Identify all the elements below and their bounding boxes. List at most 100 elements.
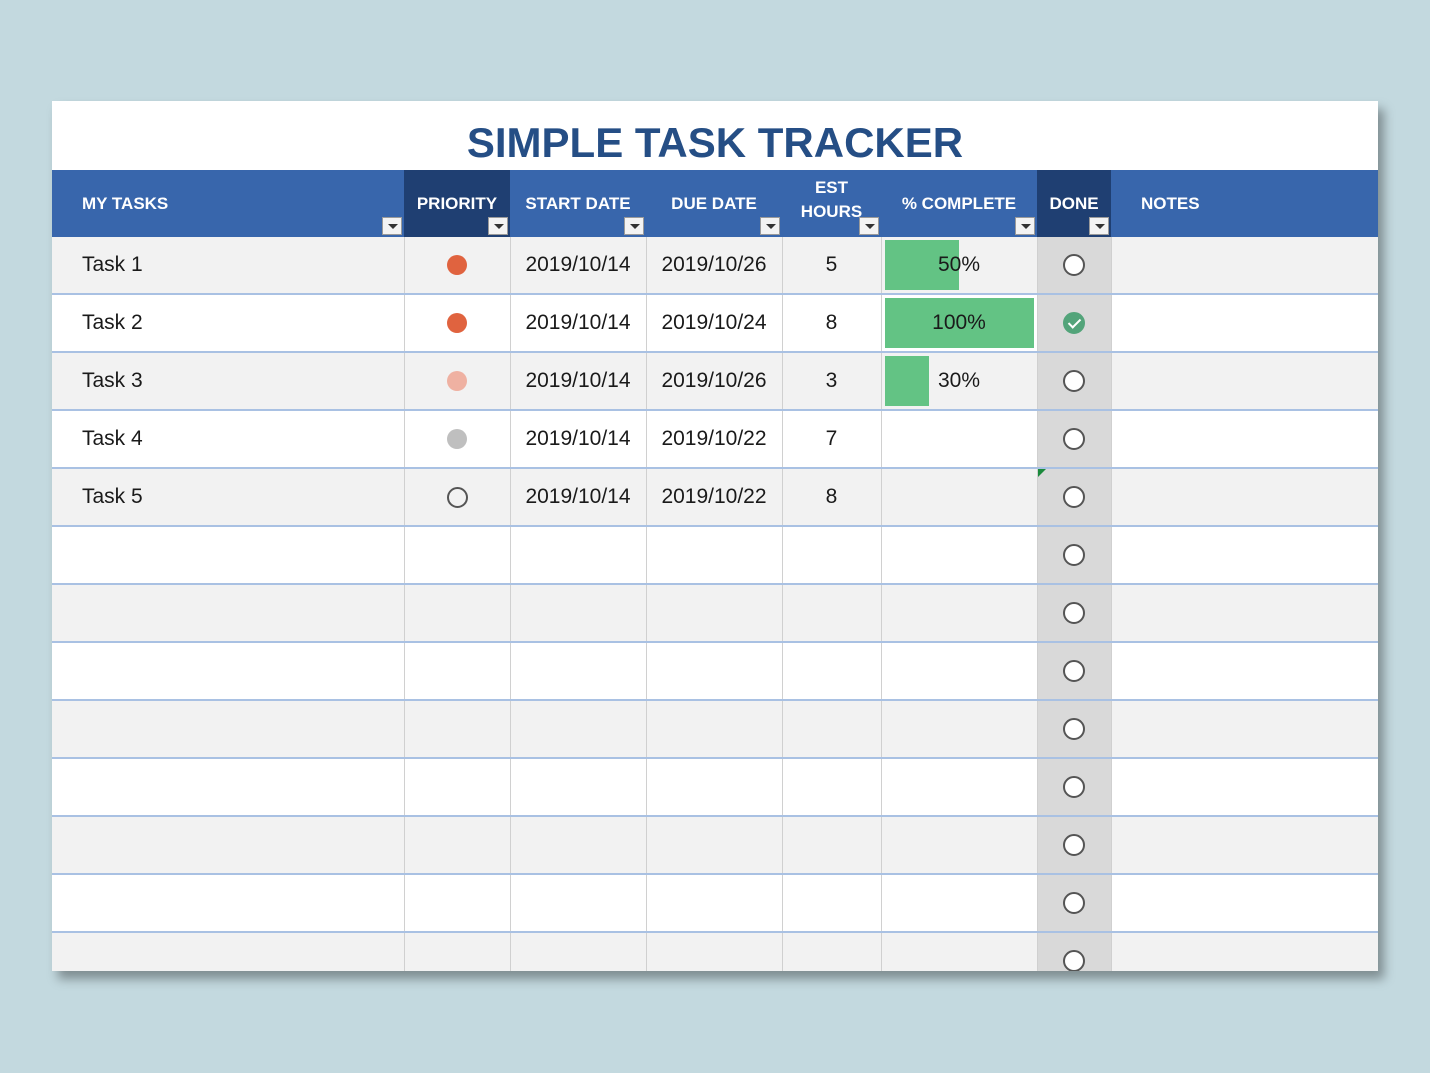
est-hours-cell[interactable]: 8 (782, 294, 881, 352)
priority-cell[interactable] (404, 642, 510, 700)
due-date-cell[interactable] (646, 700, 782, 758)
done-cell[interactable] (1037, 468, 1111, 526)
percent-complete-cell[interactable] (881, 410, 1037, 468)
est-hours-cell[interactable] (782, 526, 881, 584)
start-date-cell[interactable]: 2019/10/14 (510, 468, 646, 526)
filter-dropdown-icon[interactable] (624, 217, 644, 235)
task-name-cell[interactable]: Task 1 (52, 237, 404, 294)
est-hours-cell[interactable] (782, 932, 881, 971)
done-cell[interactable] (1037, 237, 1111, 294)
start-date-cell[interactable] (510, 642, 646, 700)
est-hours-cell[interactable]: 5 (782, 237, 881, 294)
est-hours-cell[interactable]: 8 (782, 468, 881, 526)
percent-complete-cell[interactable] (881, 700, 1037, 758)
task-name-cell[interactable] (52, 584, 404, 642)
task-name-cell[interactable] (52, 874, 404, 932)
notes-cell[interactable] (1111, 468, 1378, 526)
filter-dropdown-icon[interactable] (1015, 217, 1035, 235)
task-name-cell[interactable] (52, 932, 404, 971)
est-hours-cell[interactable] (782, 816, 881, 874)
notes-cell[interactable] (1111, 352, 1378, 410)
priority-cell[interactable] (404, 526, 510, 584)
due-date-cell[interactable] (646, 758, 782, 816)
percent-complete-cell[interactable]: 50% (881, 237, 1037, 294)
est-hours-cell[interactable] (782, 642, 881, 700)
percent-complete-cell[interactable] (881, 932, 1037, 971)
due-date-cell[interactable]: 2019/10/22 (646, 468, 782, 526)
done-cell[interactable] (1037, 352, 1111, 410)
priority-cell[interactable] (404, 758, 510, 816)
due-date-cell[interactable]: 2019/10/22 (646, 410, 782, 468)
filter-dropdown-icon[interactable] (382, 217, 402, 235)
start-date-cell[interactable]: 2019/10/14 (510, 410, 646, 468)
task-name-cell[interactable]: Task 3 (52, 352, 404, 410)
est-hours-cell[interactable] (782, 874, 881, 932)
done-cell[interactable] (1037, 294, 1111, 352)
percent-complete-cell[interactable] (881, 758, 1037, 816)
due-date-cell[interactable] (646, 642, 782, 700)
notes-cell[interactable] (1111, 526, 1378, 584)
done-cell[interactable] (1037, 758, 1111, 816)
percent-complete-cell[interactable] (881, 642, 1037, 700)
due-date-cell[interactable] (646, 932, 782, 971)
task-name-cell[interactable] (52, 758, 404, 816)
est-hours-cell[interactable]: 7 (782, 410, 881, 468)
filter-dropdown-icon[interactable] (859, 217, 879, 235)
done-cell[interactable] (1037, 410, 1111, 468)
start-date-cell[interactable] (510, 932, 646, 971)
notes-cell[interactable] (1111, 874, 1378, 932)
notes-cell[interactable] (1111, 410, 1378, 468)
priority-cell[interactable] (404, 874, 510, 932)
start-date-cell[interactable] (510, 584, 646, 642)
done-cell[interactable] (1037, 932, 1111, 971)
start-date-cell[interactable] (510, 816, 646, 874)
start-date-cell[interactable] (510, 526, 646, 584)
priority-cell[interactable] (404, 584, 510, 642)
priority-cell[interactable] (404, 700, 510, 758)
done-cell[interactable] (1037, 584, 1111, 642)
due-date-cell[interactable] (646, 874, 782, 932)
priority-cell[interactable] (404, 237, 510, 294)
due-date-cell[interactable]: 2019/10/26 (646, 352, 782, 410)
start-date-cell[interactable]: 2019/10/14 (510, 294, 646, 352)
due-date-cell[interactable] (646, 816, 782, 874)
notes-cell[interactable] (1111, 700, 1378, 758)
est-hours-cell[interactable] (782, 700, 881, 758)
filter-dropdown-icon[interactable] (760, 217, 780, 235)
notes-cell[interactable] (1111, 932, 1378, 971)
percent-complete-cell[interactable] (881, 816, 1037, 874)
percent-complete-cell[interactable] (881, 526, 1037, 584)
done-cell[interactable] (1037, 642, 1111, 700)
notes-cell[interactable] (1111, 816, 1378, 874)
est-hours-cell[interactable] (782, 758, 881, 816)
task-name-cell[interactable]: Task 4 (52, 410, 404, 468)
done-cell[interactable] (1037, 816, 1111, 874)
start-date-cell[interactable]: 2019/10/14 (510, 237, 646, 294)
due-date-cell[interactable]: 2019/10/26 (646, 237, 782, 294)
percent-complete-cell[interactable] (881, 584, 1037, 642)
priority-cell[interactable] (404, 294, 510, 352)
priority-cell[interactable] (404, 410, 510, 468)
task-name-cell[interactable] (52, 700, 404, 758)
start-date-cell[interactable] (510, 758, 646, 816)
notes-cell[interactable] (1111, 294, 1378, 352)
due-date-cell[interactable]: 2019/10/24 (646, 294, 782, 352)
filter-dropdown-icon[interactable] (1089, 217, 1109, 235)
notes-cell[interactable] (1111, 642, 1378, 700)
notes-cell[interactable] (1111, 237, 1378, 294)
percent-complete-cell[interactable]: 30% (881, 352, 1037, 410)
task-name-cell[interactable] (52, 642, 404, 700)
notes-cell[interactable] (1111, 584, 1378, 642)
due-date-cell[interactable] (646, 526, 782, 584)
percent-complete-cell[interactable] (881, 468, 1037, 526)
notes-cell[interactable] (1111, 758, 1378, 816)
done-cell[interactable] (1037, 700, 1111, 758)
task-name-cell[interactable] (52, 816, 404, 874)
task-name-cell[interactable]: Task 2 (52, 294, 404, 352)
task-name-cell[interactable]: Task 5 (52, 468, 404, 526)
priority-cell[interactable] (404, 816, 510, 874)
due-date-cell[interactable] (646, 584, 782, 642)
start-date-cell[interactable] (510, 700, 646, 758)
start-date-cell[interactable] (510, 874, 646, 932)
task-name-cell[interactable] (52, 526, 404, 584)
